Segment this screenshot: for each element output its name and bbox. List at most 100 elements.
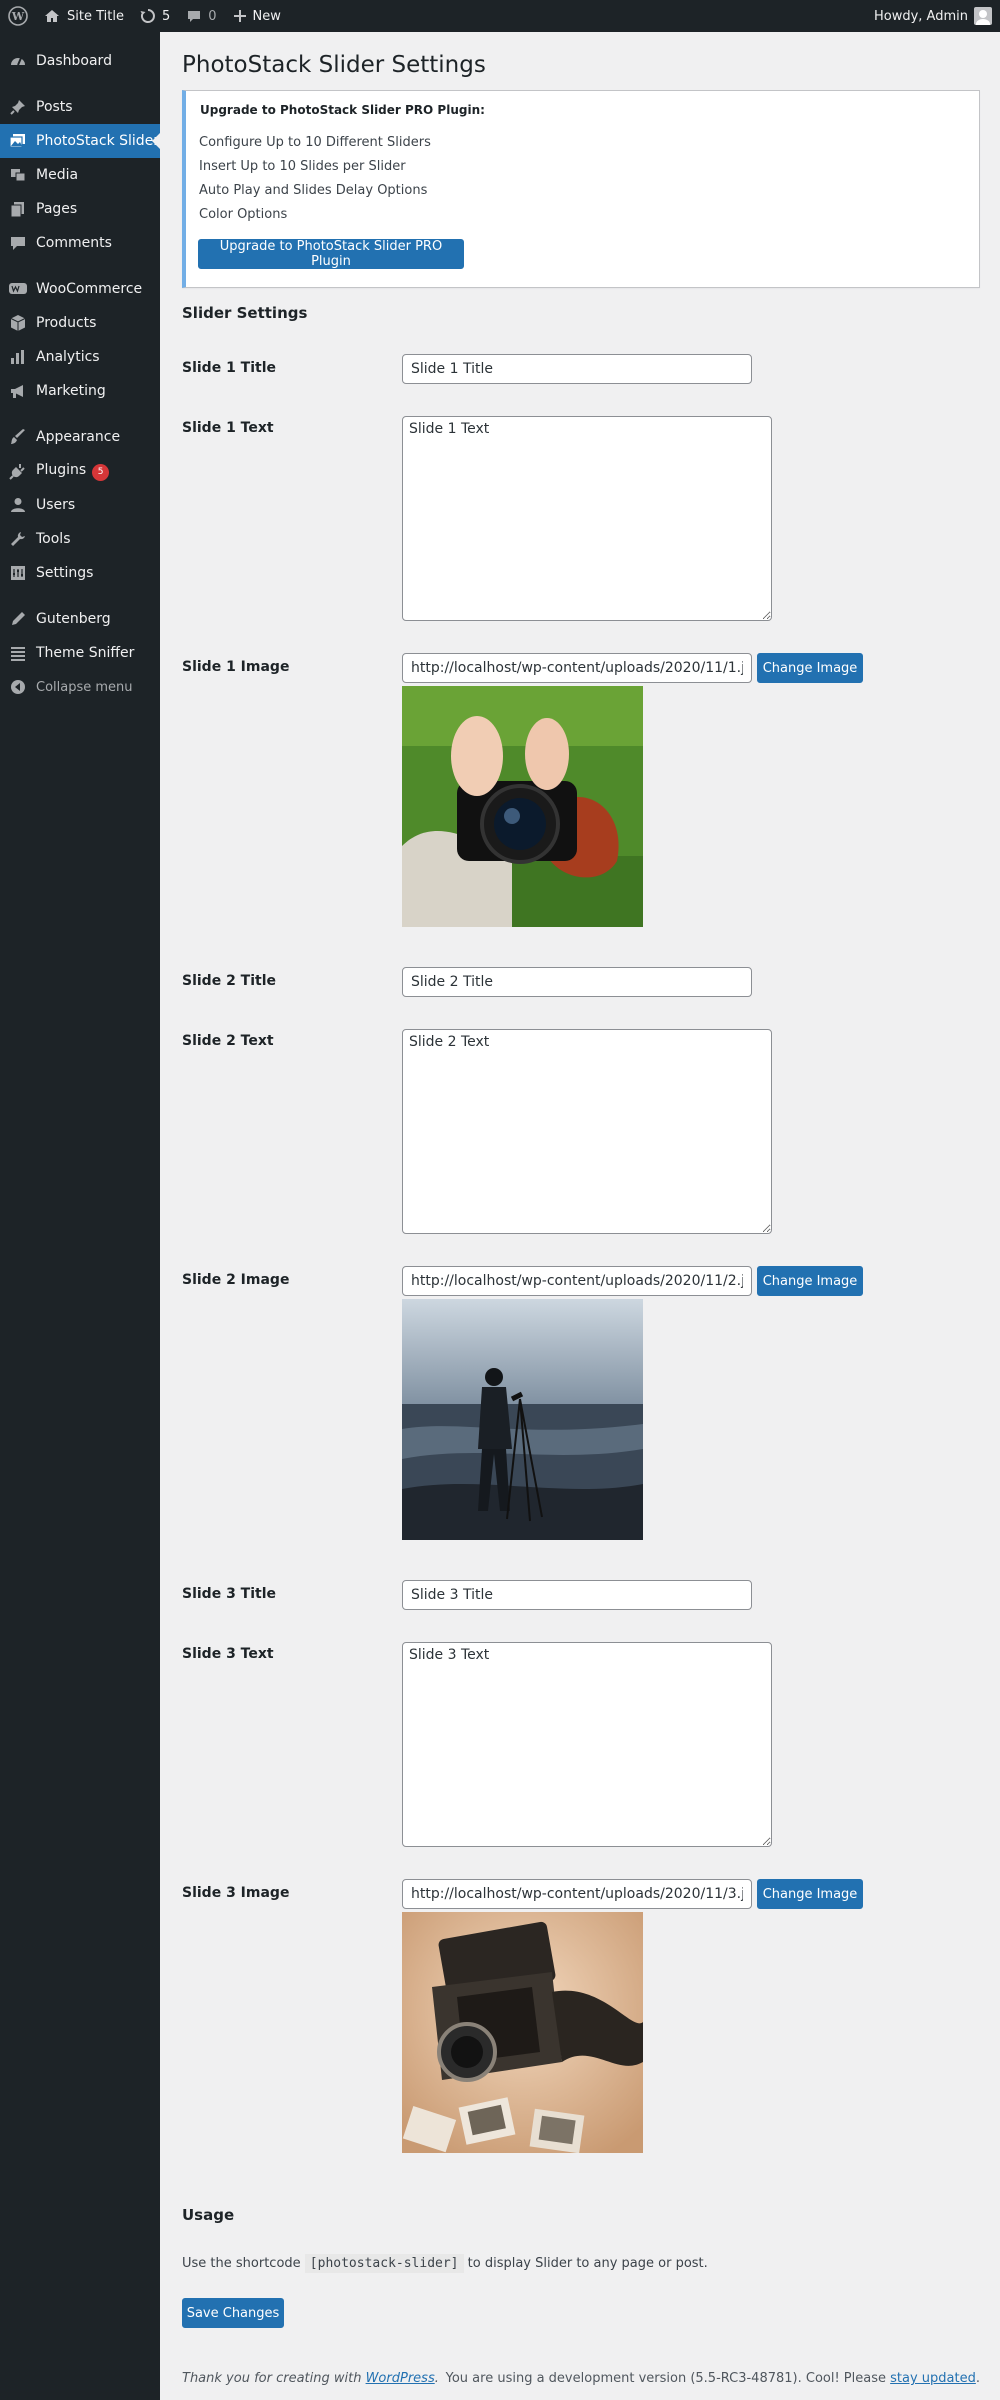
slide-2-image-preview bbox=[402, 1299, 643, 1540]
slide-2-change-image-button[interactable]: Change Image bbox=[757, 1266, 863, 1296]
comment-icon bbox=[0, 234, 36, 252]
plus-icon bbox=[233, 9, 247, 23]
svg-text:W: W bbox=[11, 10, 25, 23]
slide-3-title-label: Slide 3 Title bbox=[182, 1586, 277, 1602]
sidebar-item-dashboard[interactable]: Dashboard bbox=[0, 44, 160, 78]
notice-line: Color Options bbox=[199, 207, 288, 222]
sidebar-item-media[interactable]: Media bbox=[0, 158, 160, 192]
save-changes-button[interactable]: Save Changes bbox=[182, 2298, 284, 2328]
home-icon bbox=[44, 8, 60, 24]
updates-link[interactable]: 5 bbox=[132, 0, 178, 32]
images-icon bbox=[0, 132, 36, 150]
slide-3-image-preview bbox=[402, 1912, 643, 2153]
woo-icon bbox=[0, 281, 36, 297]
sidebar-item-woocommerce[interactable]: WooCommerce bbox=[0, 272, 160, 306]
upgrade-pro-button[interactable]: Upgrade to PhotoStack Slider PRO Plugin bbox=[198, 239, 464, 269]
updates-icon bbox=[140, 8, 156, 24]
slide-1-text-label: Slide 1 Text bbox=[182, 420, 274, 436]
slide-1-title-input[interactable] bbox=[402, 354, 752, 384]
slide-2-text-label: Slide 2 Text bbox=[182, 1033, 274, 1049]
site-title-link[interactable]: Site Title bbox=[36, 0, 132, 32]
pages-icon bbox=[0, 200, 36, 218]
slide-1-image-label: Slide 1 Image bbox=[182, 659, 290, 675]
my-account[interactable]: Howdy, Admin bbox=[874, 7, 1000, 25]
slide-3-change-image-button[interactable]: Change Image bbox=[757, 1879, 863, 1909]
sidebar-item-analytics[interactable]: Analytics bbox=[0, 340, 160, 374]
plugins-update-badge: 5 bbox=[92, 463, 110, 481]
sidebar-item-products[interactable]: Products bbox=[0, 306, 160, 340]
slide-2-title-input[interactable] bbox=[402, 967, 752, 997]
wordpress-logo-icon[interactable]: W bbox=[0, 0, 36, 32]
sidebar-item-pages[interactable]: Pages bbox=[0, 192, 160, 226]
new-content-link[interactable]: New bbox=[225, 0, 289, 32]
plugins-label: Plugins bbox=[36, 461, 87, 478]
shortcode: [photostack-slider] bbox=[304, 2254, 464, 2273]
pen-icon bbox=[0, 610, 36, 628]
sidebar-item-plugins[interactable]: Plugins 5 bbox=[0, 454, 160, 488]
slide-2-image-url-input[interactable] bbox=[402, 1266, 752, 1296]
slide-1-change-image-button[interactable]: Change Image bbox=[757, 653, 863, 683]
upgrade-notice: Upgrade to PhotoStack Slider PRO Plugin:… bbox=[182, 90, 980, 288]
sliders-icon bbox=[0, 564, 36, 582]
slide-3-text-area[interactable]: Slide 3 Text bbox=[402, 1642, 772, 1847]
slide-3-title-input[interactable] bbox=[402, 1580, 752, 1610]
comments-count: 0 bbox=[208, 8, 217, 24]
media-icon bbox=[0, 166, 36, 184]
sidebar-item-tools[interactable]: Tools bbox=[0, 522, 160, 556]
slide-1-image-url-input[interactable] bbox=[402, 653, 752, 683]
usage-after: to display Slider to any page or post. bbox=[467, 2256, 708, 2271]
user-icon bbox=[0, 496, 36, 514]
stay-updated-link[interactable]: stay updated bbox=[890, 2371, 976, 2386]
sidebar-item-marketing[interactable]: Marketing bbox=[0, 374, 160, 408]
list-icon bbox=[0, 644, 36, 662]
sidebar-item-appearance[interactable]: Appearance bbox=[0, 420, 160, 454]
notice-heading: Upgrade to PhotoStack Slider PRO Plugin: bbox=[200, 103, 485, 117]
bar-chart-icon bbox=[0, 348, 36, 366]
slide-3-image-url-input[interactable] bbox=[402, 1879, 752, 1909]
section-title: Slider Settings bbox=[182, 304, 308, 322]
comments-link[interactable]: 0 bbox=[178, 0, 224, 32]
howdy-text: Howdy, Admin bbox=[873, 8, 968, 24]
megaphone-icon bbox=[0, 382, 36, 400]
dashboard-icon bbox=[0, 52, 36, 70]
footer-version: You are using a development version (5.5… bbox=[445, 2371, 980, 2386]
updates-count: 5 bbox=[161, 8, 171, 24]
slide-1-text-area[interactable]: Slide 1 Text bbox=[402, 416, 772, 621]
new-label: New bbox=[252, 8, 281, 24]
page-title: PhotoStack Slider Settings bbox=[182, 52, 486, 78]
slide-3-text-label: Slide 3 Text bbox=[182, 1646, 274, 1662]
notice-line: Auto Play and Slides Delay Options bbox=[199, 183, 428, 198]
footer-thankyou: Thank you for creating with WordPress. bbox=[182, 2371, 439, 2386]
slide-2-title-label: Slide 2 Title bbox=[182, 973, 277, 989]
wrench-icon bbox=[0, 530, 36, 548]
site-title: Site Title bbox=[67, 8, 124, 24]
slide-2-text-area[interactable]: Slide 2 Text bbox=[402, 1029, 772, 1234]
collapse-menu-button[interactable]: Collapse menu bbox=[0, 670, 160, 704]
usage-before: Use the shortcode bbox=[182, 2256, 301, 2271]
sidebar-item-photostack-slider[interactable]: PhotoStack Slider bbox=[0, 124, 160, 158]
usage-title: Usage bbox=[182, 2206, 235, 2224]
slide-3-image-label: Slide 3 Image bbox=[182, 1885, 290, 1901]
collapse-arrow-icon bbox=[0, 679, 36, 695]
plug-icon bbox=[0, 462, 36, 480]
slide-1-title-label: Slide 1 Title bbox=[182, 360, 277, 376]
box-icon bbox=[0, 314, 36, 332]
usage-text: Use the shortcode [photostack-slider] to… bbox=[182, 2254, 708, 2273]
admin-bar: W Site Title 5 0 New Howdy, Admin bbox=[0, 0, 1000, 32]
slide-2-image-label: Slide 2 Image bbox=[182, 1272, 290, 1288]
comment-bubble-icon bbox=[186, 8, 202, 24]
sidebar-item-theme-sniffer[interactable]: Theme Sniffer bbox=[0, 636, 160, 670]
notice-line: Configure Up to 10 Different Sliders bbox=[199, 135, 431, 150]
main-content: PhotoStack Slider Settings Upgrade to Ph… bbox=[160, 32, 1000, 2400]
pin-icon bbox=[0, 98, 36, 116]
brush-icon bbox=[0, 428, 36, 446]
sidebar-item-settings[interactable]: Settings bbox=[0, 556, 160, 590]
notice-line: Insert Up to 10 Slides per Slider bbox=[199, 159, 406, 174]
admin-sidebar: Dashboard Posts PhotoStack Slider Media … bbox=[0, 32, 160, 2400]
sidebar-item-posts[interactable]: Posts bbox=[0, 90, 160, 124]
sidebar-item-comments[interactable]: Comments bbox=[0, 226, 160, 260]
slide-1-image-preview bbox=[402, 686, 643, 927]
sidebar-item-users[interactable]: Users bbox=[0, 488, 160, 522]
sidebar-item-gutenberg[interactable]: Gutenberg bbox=[0, 602, 160, 636]
wordpress-link[interactable]: WordPress bbox=[366, 2371, 435, 2386]
